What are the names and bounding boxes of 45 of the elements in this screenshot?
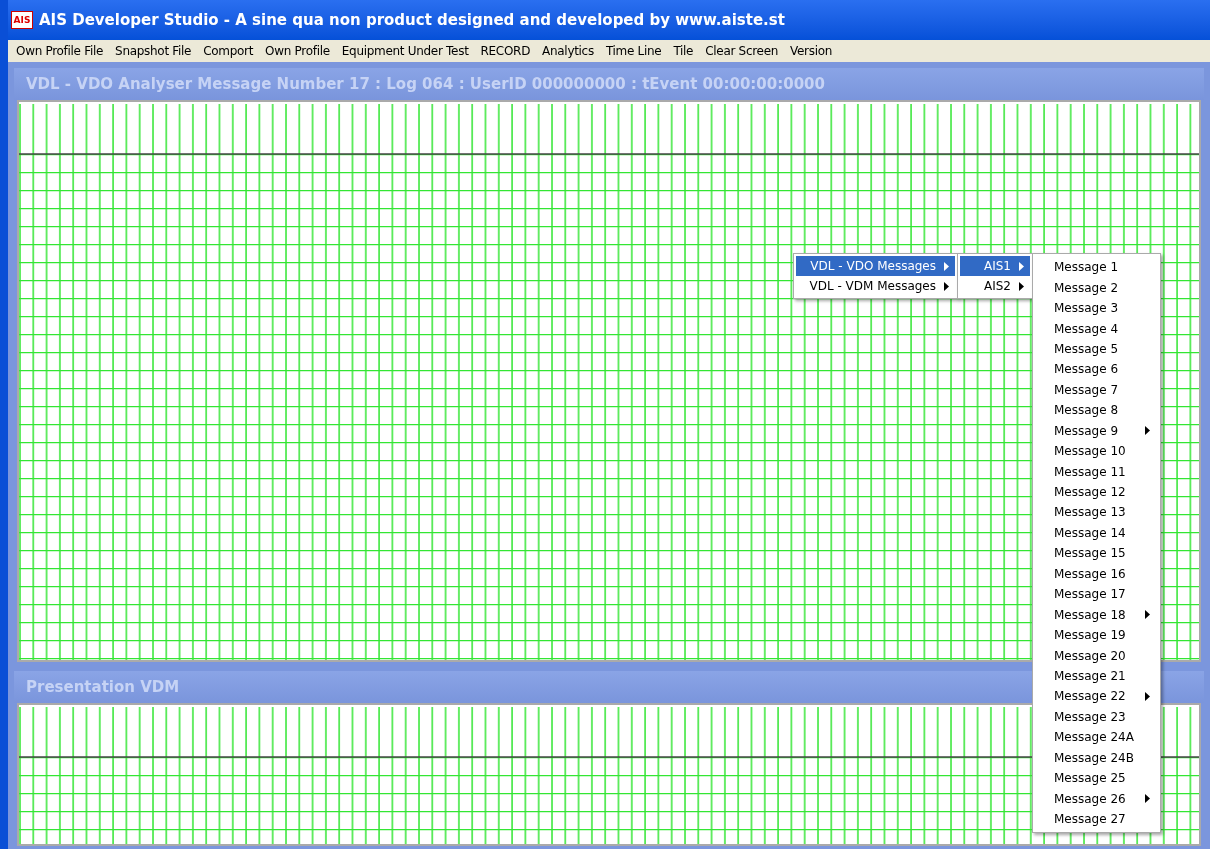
menu-entry[interactable]: Message 7 (1033, 379, 1160, 401)
menu-item[interactable]: Snapshot File (109, 42, 198, 60)
menu-entry[interactable]: Message 3 (1033, 297, 1160, 319)
menu-entry[interactable]: Message 2 (1033, 277, 1160, 298)
menu-entry[interactable]: Message 1 (1033, 257, 1160, 278)
menu-entry[interactable]: Message 27 (1033, 808, 1160, 830)
menu-entry[interactable]: Message 15 (1033, 543, 1160, 564)
menu-entry[interactable]: Message 16 (1033, 563, 1160, 584)
menu-entry[interactable]: Message 22 (1033, 686, 1160, 707)
menu-item[interactable]: Version (784, 42, 839, 60)
menu-entry[interactable]: Message 8 (1033, 400, 1160, 421)
menu-entry[interactable]: Message 19 (1033, 624, 1160, 646)
app-icon: AIS (11, 11, 33, 29)
menu-item[interactable]: Own Profile (259, 42, 336, 60)
menu-entry[interactable]: Message 23 (1033, 706, 1160, 728)
menu-entry[interactable]: VDL - VDM Messages (796, 276, 955, 296)
menu-item[interactable]: Own Profile File (10, 42, 110, 60)
menu-entry[interactable]: AIS1 (960, 256, 1030, 276)
menu-entry[interactable]: Message 25 (1033, 767, 1160, 789)
menu-entry[interactable]: Message 5 (1033, 338, 1160, 360)
menu-item[interactable]: Time Line (599, 42, 668, 60)
menu-entry[interactable]: Message 6 (1033, 359, 1160, 380)
menu-entry[interactable]: Message 4 (1033, 318, 1160, 339)
menu-entry[interactable]: Message 17 (1033, 584, 1160, 605)
window-title: AIS Developer Studio - A sine qua non product designed and developed by www.aiste.st (39, 9, 785, 31)
menu-item[interactable]: Analytics (536, 42, 600, 60)
menu-item[interactable]: RECORD (474, 42, 537, 60)
menu-entry[interactable]: Message 20 (1033, 645, 1160, 666)
menu-entry[interactable]: Message 26 (1033, 788, 1160, 809)
menu-entry[interactable]: Message 18 (1033, 604, 1160, 625)
menu-entry[interactable]: Message 24A (1033, 727, 1160, 748)
menu-entry[interactable]: Message 24B (1033, 747, 1160, 768)
menu-entry[interactable]: Message 11 (1033, 461, 1160, 482)
menu-entry[interactable]: Message 10 (1033, 440, 1160, 462)
menu-entry[interactable]: AIS2 (960, 276, 1030, 296)
menu-entry[interactable]: Message 21 (1033, 665, 1160, 687)
menu-entry[interactable]: VDL - VDO Messages (796, 256, 955, 276)
menu-entry[interactable]: Message 14 (1033, 522, 1160, 544)
menu-item[interactable]: Clear Screen (699, 42, 785, 60)
menu-entry[interactable]: Message 12 (1033, 481, 1160, 503)
menu-item[interactable]: Equipment Under Test (335, 42, 475, 60)
menu-item[interactable]: Comport (197, 42, 260, 60)
menu-item[interactable]: Tile (667, 42, 700, 60)
menu-entry[interactable]: Message 13 (1033, 502, 1160, 523)
menu-entry[interactable]: Message 9 (1033, 420, 1160, 441)
